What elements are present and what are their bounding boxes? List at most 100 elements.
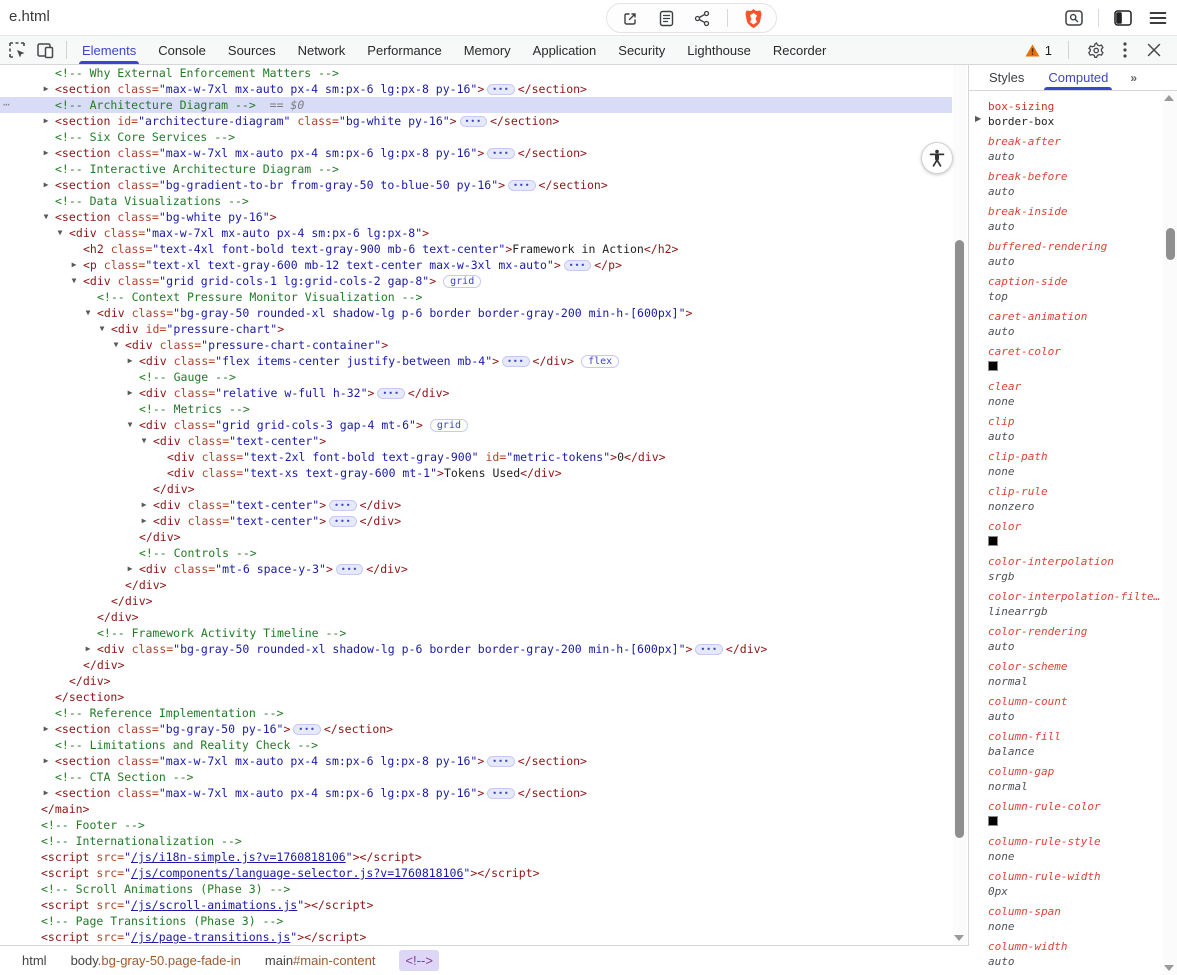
dom-tree-node[interactable]: ▶<div class="text-center">•••</div> [0, 513, 952, 529]
share-icon[interactable] [691, 7, 713, 29]
computed-property[interactable]: column-countauto [969, 692, 1163, 727]
dom-tree-node[interactable]: ▶<section id="architecture-diagram" clas… [0, 113, 952, 129]
dom-tree-node[interactable]: ▶<section class="bg-gray-50 py-16">•••</… [0, 721, 952, 737]
computed-property[interactable]: column-spannone [969, 902, 1163, 937]
computed-property[interactable]: clearnone [969, 377, 1163, 412]
dom-tree-node[interactable]: <!-- Internationalization --> [0, 833, 952, 849]
dom-tree-node[interactable]: <!-- CTA Section --> [0, 769, 952, 785]
dom-tree-node[interactable]: <script src="/js/i18n-simple.js?v=176081… [0, 849, 952, 865]
expand-ellipsis-button[interactable]: ••• [487, 788, 514, 799]
color-swatch[interactable] [988, 361, 998, 371]
collapse-arrow-icon[interactable]: ▼ [139, 433, 149, 449]
dom-tree-node[interactable]: </div> [0, 481, 952, 497]
dom-tree-node[interactable]: <!-- Data Visualizations --> [0, 193, 952, 209]
dom-tree-node[interactable]: </div> [0, 609, 952, 625]
expand-arrow-icon[interactable]: ▶ [41, 753, 51, 769]
computed-property[interactable]: ▶box-sizingborder-box [969, 97, 1163, 132]
dom-tree-node[interactable]: ▶<div class="bg-gray-50 rounded-xl shado… [0, 641, 952, 657]
dom-tree-node[interactable]: ▼<div class="bg-gray-50 rounded-xl shado… [0, 305, 952, 321]
sidebar-tab-styles[interactable]: Styles [981, 65, 1032, 90]
breadcrumb-item[interactable]: html [22, 953, 47, 968]
dom-tree-node[interactable]: </div> [0, 657, 952, 673]
dom-tree-node[interactable]: ▶<p class="text-xl text-gray-600 mb-12 t… [0, 257, 952, 273]
expand-ellipsis-button[interactable]: ••• [487, 756, 514, 767]
breadcrumb-item[interactable]: <!--> [399, 950, 438, 971]
dom-tree-node[interactable]: <!-- Controls --> [0, 545, 952, 561]
color-swatch[interactable] [988, 536, 998, 546]
computed-property[interactable]: column-fillbalance [969, 727, 1163, 762]
breadcrumb-item[interactable]: body.bg-gray-50.page-fade-in [71, 953, 241, 968]
expand-ellipsis-button[interactable]: ••• [329, 500, 356, 511]
dom-tree-node[interactable]: ▶<section class="max-w-7xl mx-auto px-4 … [0, 145, 952, 161]
expand-arrow-icon[interactable]: ▶ [139, 513, 149, 529]
devtools-tab-security[interactable]: Security [607, 36, 676, 64]
grid-layout-badge[interactable]: grid [430, 419, 468, 432]
device-toolbar-icon[interactable] [34, 39, 56, 61]
brave-shield-icon[interactable] [742, 7, 764, 29]
dom-tree-node[interactable]: ▼<div class="max-w-7xl mx-auto px-4 sm:p… [0, 225, 952, 241]
expand-arrow-icon[interactable]: ▶ [139, 497, 149, 513]
computed-property[interactable]: break-insideauto [969, 202, 1163, 237]
script-src-link[interactable]: /js/i18n-simple.js?v=1760818106 [131, 850, 346, 864]
sidebar-tab-computed[interactable]: Computed [1040, 65, 1116, 90]
browser-menu-icon[interactable] [1147, 7, 1169, 29]
search-tabs-icon[interactable] [1063, 7, 1085, 29]
open-in-new-icon[interactable] [619, 7, 641, 29]
devtools-tab-sources[interactable]: Sources [217, 36, 287, 64]
dom-tree-node[interactable]: ▼<section class="bg-white py-16"> [0, 209, 952, 225]
dom-tree-node[interactable]: ▶<div class="flex items-center justify-b… [0, 353, 952, 369]
dom-tree-node[interactable]: <!-- Footer --> [0, 817, 952, 833]
dom-tree-node[interactable]: <!-- Limitations and Reality Check --> [0, 737, 952, 753]
collapse-arrow-icon[interactable]: ▼ [83, 305, 93, 321]
computed-property[interactable]: clip-pathnone [969, 447, 1163, 482]
expand-arrow-icon[interactable]: ▶ [41, 81, 51, 97]
expand-arrow-icon[interactable]: ▶ [41, 785, 51, 801]
expand-arrow-icon[interactable]: ▶ [125, 561, 135, 577]
dom-tree-node[interactable]: <div class="text-2xl font-bold text-gray… [0, 449, 952, 465]
dom-tree-node[interactable]: ▼<div class="text-center"> [0, 433, 952, 449]
collapse-arrow-icon[interactable]: ▼ [69, 273, 79, 289]
sidebar-toggle-icon[interactable] [1112, 7, 1134, 29]
inspect-element-icon[interactable] [6, 39, 28, 61]
expand-arrow-icon[interactable]: ▶ [975, 114, 981, 123]
dom-tree-node[interactable]: ▶<section class="max-w-7xl mx-auto px-4 … [0, 753, 952, 769]
expand-arrow-icon[interactable]: ▶ [83, 641, 93, 657]
expand-arrow-icon[interactable]: ▶ [41, 113, 51, 129]
dom-tree-node[interactable]: <script src="/js/scroll-animations.js"><… [0, 897, 952, 913]
flex-layout-badge[interactable]: flex [581, 355, 619, 368]
collapse-arrow-icon[interactable]: ▼ [111, 337, 121, 353]
computed-property[interactable]: color-interpolationsrgb [969, 552, 1163, 587]
grid-layout-badge[interactable]: grid [443, 275, 481, 288]
computed-property[interactable]: color-interpolation-filte…linearrgb [969, 587, 1163, 622]
elements-scrollbar-thumb[interactable] [955, 240, 964, 838]
devtools-tab-performance[interactable]: Performance [356, 36, 452, 64]
dom-tree-node[interactable]: <div class="text-xs text-gray-600 mt-1">… [0, 465, 952, 481]
expand-arrow-icon[interactable]: ▶ [69, 257, 79, 273]
scroll-up-arrow-icon[interactable] [1164, 95, 1174, 101]
computed-property[interactable]: column-rule-color [969, 797, 1163, 832]
computed-property[interactable]: column-rule-width0px [969, 867, 1163, 902]
sidebar-scrollbar[interactable] [1163, 91, 1177, 975]
computed-property[interactable]: column-gapnormal [969, 762, 1163, 797]
accessibility-icon[interactable] [921, 142, 953, 174]
dom-tree-node[interactable]: <script src="/js/components/language-sel… [0, 865, 952, 881]
expand-ellipsis-button[interactable]: ••• [336, 564, 363, 575]
dom-tree-node[interactable]: ▶<section class="max-w-7xl mx-auto px-4 … [0, 785, 952, 801]
more-tabs-chevron-icon[interactable]: » [1130, 65, 1135, 90]
computed-property[interactable]: column-rule-stylenone [969, 832, 1163, 867]
issues-warning-badge[interactable]: 1 [1025, 43, 1052, 58]
computed-property[interactable]: caret-animationauto [969, 307, 1163, 342]
dom-tree-node[interactable]: <!-- Interactive Architecture Diagram --… [0, 161, 952, 177]
expand-ellipsis-button[interactable]: ••• [695, 644, 722, 655]
dom-tree-node[interactable]: <!-- Why External Enforcement Matters --… [0, 65, 952, 81]
expand-arrow-icon[interactable]: ▶ [41, 145, 51, 161]
collapse-arrow-icon[interactable]: ▼ [125, 417, 135, 433]
computed-property[interactable]: caption-sidetop [969, 272, 1163, 307]
expand-ellipsis-button[interactable]: ••• [502, 356, 529, 367]
dom-tree-node[interactable]: <!-- Context Pressure Monitor Visualizat… [0, 289, 952, 305]
expand-ellipsis-button[interactable]: ••• [329, 516, 356, 527]
devtools-menu-kebab-icon[interactable] [1119, 39, 1131, 61]
elements-scrollbar[interactable] [953, 65, 966, 945]
dom-tree-node[interactable]: ▶<div class="mt-6 space-y-3">•••</div> [0, 561, 952, 577]
computed-property[interactable]: break-beforeauto [969, 167, 1163, 202]
